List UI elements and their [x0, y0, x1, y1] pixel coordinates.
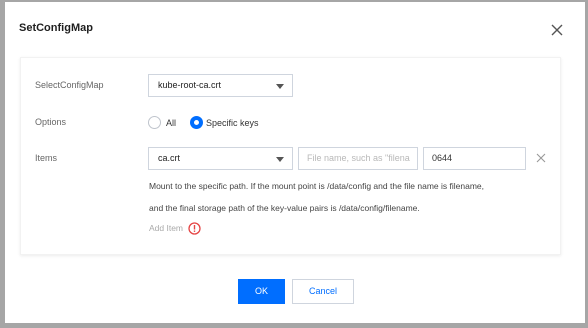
select-configmap-label: SelectConfigMap [35, 80, 104, 90]
chevron-down-icon [276, 157, 284, 162]
file-mode-value: 0644 [432, 153, 453, 163]
radio-all[interactable] [148, 116, 161, 129]
remove-item-icon[interactable] [535, 152, 547, 164]
radio-specific-keys[interactable] [190, 116, 203, 129]
file-mode-input[interactable]: 0644 [423, 147, 526, 170]
items-label: Items [35, 153, 58, 163]
cancel-button[interactable]: Cancel [292, 279, 354, 304]
dialog-title: SetConfigMap [19, 22, 93, 34]
add-item-link[interactable]: Add Item [149, 223, 183, 233]
chevron-down-icon [276, 84, 284, 89]
close-icon[interactable] [550, 23, 564, 37]
warning-icon [188, 222, 201, 235]
options-label: Options [35, 117, 67, 127]
radio-specific-keys-label[interactable]: Specific keys [206, 118, 259, 128]
configmap-select[interactable]: kube-root-ca.crt [148, 74, 293, 97]
help-text-line-2: and the final storage path of the key-va… [149, 203, 420, 213]
item-key-value: ca.crt [158, 153, 181, 163]
file-name-placeholder: File name, such as "filena [307, 153, 410, 163]
help-text-line-1: Mount to the specific path. If the mount… [149, 181, 484, 191]
item-key-select[interactable]: ca.crt [148, 147, 293, 170]
radio-all-label[interactable]: All [166, 118, 176, 128]
configmap-select-value: kube-root-ca.crt [158, 80, 222, 90]
ok-button[interactable]: OK [238, 279, 285, 304]
file-name-input[interactable]: File name, such as "filena [298, 147, 418, 170]
